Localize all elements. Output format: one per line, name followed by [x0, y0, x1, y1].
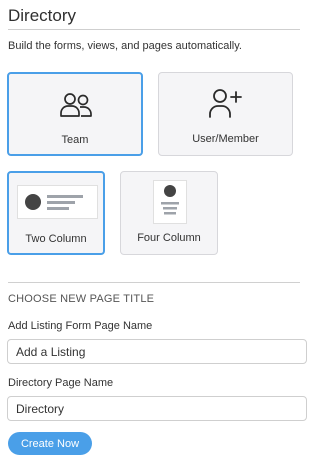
option-card-team[interactable]: Team	[7, 72, 143, 156]
listing-page-label: Add Listing Form Page Name	[8, 320, 153, 332]
option-card-four-column[interactable]: Four Column	[120, 171, 218, 255]
option-label-user-member: User/Member	[192, 133, 259, 145]
option-card-two-column[interactable]: Two Column	[7, 171, 105, 255]
page-title: Directory	[8, 6, 77, 25]
option-label-team: Team	[61, 134, 89, 146]
section-divider	[8, 282, 300, 283]
directory-page-label: Directory Page Name	[8, 377, 114, 389]
directory-page-name-input[interactable]	[7, 396, 307, 421]
title-divider	[8, 29, 300, 30]
option-card-user-member[interactable]: User/Member	[158, 72, 293, 156]
create-now-button[interactable]: Create Now	[8, 432, 92, 455]
four-column-layout-icon	[153, 180, 187, 224]
team-icon	[59, 92, 93, 123]
two-column-layout-icon	[17, 185, 98, 219]
page-subtitle: Build the forms, views, and pages automa…	[8, 40, 242, 52]
user-add-icon	[208, 88, 244, 123]
section-heading: CHOOSE NEW PAGE TITLE	[8, 293, 155, 305]
option-label-two-column: Two Column	[25, 233, 87, 245]
listing-page-name-input[interactable]	[7, 339, 307, 364]
option-label-four-column: Four Column	[137, 232, 201, 244]
